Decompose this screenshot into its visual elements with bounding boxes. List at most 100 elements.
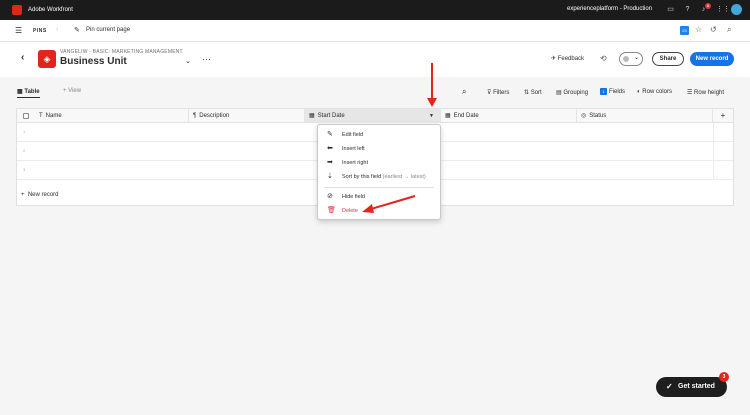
eye-off-icon: ⊘ <box>327 193 333 200</box>
page-title: Business Unit <box>60 56 127 67</box>
menu-item-hide-field[interactable]: ⊘ Hide field <box>318 190 440 204</box>
help-icon[interactable]: ? <box>683 5 692 14</box>
caret-down-icon[interactable]: ▼ <box>429 109 434 123</box>
tab-table[interactable]: ▦ Table <box>17 88 40 98</box>
row-height-button[interactable]: ☰ Row height <box>687 89 724 96</box>
menu-label: Delete <box>342 208 358 214</box>
app-title: Adobe Workfront <box>28 7 73 13</box>
calendar-icon: ▦ <box>309 113 315 119</box>
row-colors-button[interactable]: ◐ Row colors <box>637 89 672 95</box>
chevron-down-icon: ⌄ <box>634 55 640 61</box>
breadcrumb[interactable]: VANGELIW - BASIC: MARKETING MANAGEMENT <box>60 49 183 55</box>
row-number: 3 <box>23 167 26 172</box>
fields-button[interactable]: 1 Fields <box>600 88 625 95</box>
menu-item-insert-right[interactable]: ➡ Insert right <box>318 156 440 170</box>
notification-badge: 8 <box>705 3 711 9</box>
sort-button[interactable]: ⇅ Sort <box>524 89 542 96</box>
get-started-button[interactable]: ✓ Get started 3 <box>656 372 729 397</box>
sort-icon: ⇣ <box>327 173 333 180</box>
apps-grid-icon[interactable]: ⋮⋮ <box>716 5 730 14</box>
check-circle-icon: ✓ <box>666 382 673 391</box>
page-header: ‹ ◈ VANGELIW - BASIC: MARKETING MANAGEME… <box>0 42 750 77</box>
user-avatar <box>622 55 630 63</box>
search-icon[interactable]: ⌕ <box>462 87 466 97</box>
pin-icon[interactable]: ✎ <box>74 26 80 34</box>
sort-label: Sort <box>530 90 542 96</box>
column-label: Description <box>199 113 230 119</box>
arrow-left-icon: ⬅ <box>327 145 333 152</box>
column-context-menu: ✎ Edit field ⬅ Insert left ➡ Insert right ⇣… <box>317 124 441 220</box>
calendar-icon[interactable]: 23 <box>680 26 689 35</box>
pencil-icon: ✎ <box>327 131 333 138</box>
adobe-logo[interactable] <box>12 5 22 15</box>
column-label: Start Date <box>317 113 345 119</box>
row-number: 2 <box>23 148 26 153</box>
menu-label: Edit field <box>342 132 364 138</box>
filters-label: Filters <box>493 90 510 96</box>
menu-item-edit-field[interactable]: ✎ Edit field <box>318 128 440 142</box>
column-status[interactable]: ◎ Status <box>577 109 713 123</box>
calendar-icon: ▦ <box>445 113 451 119</box>
row-colors-label: Row colors <box>642 89 672 95</box>
new-record-button[interactable]: New record <box>690 52 734 66</box>
star-icon[interactable]: ☆ <box>695 25 702 34</box>
avatar[interactable] <box>731 4 742 15</box>
column-label: End Date <box>453 113 479 119</box>
column-divider <box>713 123 714 180</box>
select-all-checkbox[interactable] <box>23 113 29 119</box>
feedback-button[interactable]: ✈ Feedback <box>551 55 584 62</box>
status-icon: ◎ <box>581 113 587 119</box>
menu-item-sort[interactable]: ⇣ Sort by this field (earliest → latest) <box>318 170 440 184</box>
feedback-label: Feedback <box>557 56 585 62</box>
pins-label[interactable]: PINS <box>33 28 47 34</box>
column-description[interactable]: ¶ Description <box>189 109 305 123</box>
history-icon[interactable]: ⟲ <box>600 54 607 63</box>
menu-label: Sort by this field (earliest → latest) <box>342 170 426 184</box>
chat-icon[interactable]: ▭ <box>666 5 675 14</box>
grouping-label: Grouping <box>563 90 589 96</box>
column-name[interactable]: T Name <box>35 109 189 123</box>
menu-label: Insert right <box>342 160 368 166</box>
grouping-button[interactable]: ▤ Grouping <box>556 89 588 96</box>
sort-label: Sort by this field <box>342 174 382 180</box>
pin-current-page[interactable]: Pin current page <box>86 27 130 33</box>
recent-icon[interactable]: ↺ <box>710 25 717 34</box>
search-icon[interactable]: ⌕ <box>727 25 731 35</box>
new-record-label: New record <box>27 192 59 198</box>
column-label: Name <box>45 113 62 119</box>
trash-icon: 🗑 <box>327 207 336 214</box>
filters-button[interactable]: ⊽ Filters <box>487 89 509 96</box>
chevron-down-icon[interactable]: ⌄ <box>185 57 191 65</box>
menu-divider <box>324 187 434 188</box>
menu-icon[interactable]: ☰ <box>15 26 22 35</box>
add-view-button[interactable]: + View <box>63 88 81 94</box>
more-icon[interactable]: ··· <box>202 54 211 64</box>
column-start-date[interactable]: ▦ Start Date ▼ <box>305 109 441 123</box>
share-button[interactable]: Share <box>652 52 684 66</box>
chevron-right-icon: › <box>56 26 59 33</box>
tab-table-label: Table <box>24 89 40 95</box>
menu-item-insert-left[interactable]: ⬅ Insert left <box>318 142 440 156</box>
menu-label: Hide field <box>342 194 365 200</box>
secondary-nav: ☰ PINS › ✎ Pin current page 23 ☆ ↺ ⌕ <box>0 20 750 42</box>
column-end-date[interactable]: ▦ End Date <box>441 109 577 123</box>
fields-count: 1 <box>600 88 607 95</box>
menu-label: Insert left <box>342 146 365 152</box>
app-bar: Adobe Workfront experienceplatform - Pro… <box>0 0 750 20</box>
row-height-label: Row height <box>694 90 725 96</box>
new-record-row[interactable]: + New record <box>21 192 59 198</box>
get-started-label: Get started <box>678 383 715 390</box>
view-toolbar: ▦ Table + View ⌕ ⊽ Filters ⇅ Sort ▤ Grou… <box>0 84 750 100</box>
menu-item-delete[interactable]: 🗑 Delete <box>318 204 440 218</box>
sort-sublabel: (earliest → latest) <box>382 174 426 180</box>
add-view-label: View <box>68 88 82 94</box>
row-number: 1 <box>23 129 26 134</box>
org-name[interactable]: experienceplatform - Production <box>567 6 652 12</box>
text-icon: T <box>39 113 43 119</box>
add-column-button[interactable]: + <box>713 109 733 123</box>
user-selector[interactable]: ⌄ <box>619 52 643 66</box>
get-started-badge: 3 <box>719 372 729 382</box>
column-label: Status <box>589 113 607 119</box>
table-header: T Name ¶ Description ▦ Start Date ▼ ▦ End Dat… <box>17 109 733 123</box>
back-arrow-icon[interactable]: ‹ <box>21 52 24 63</box>
